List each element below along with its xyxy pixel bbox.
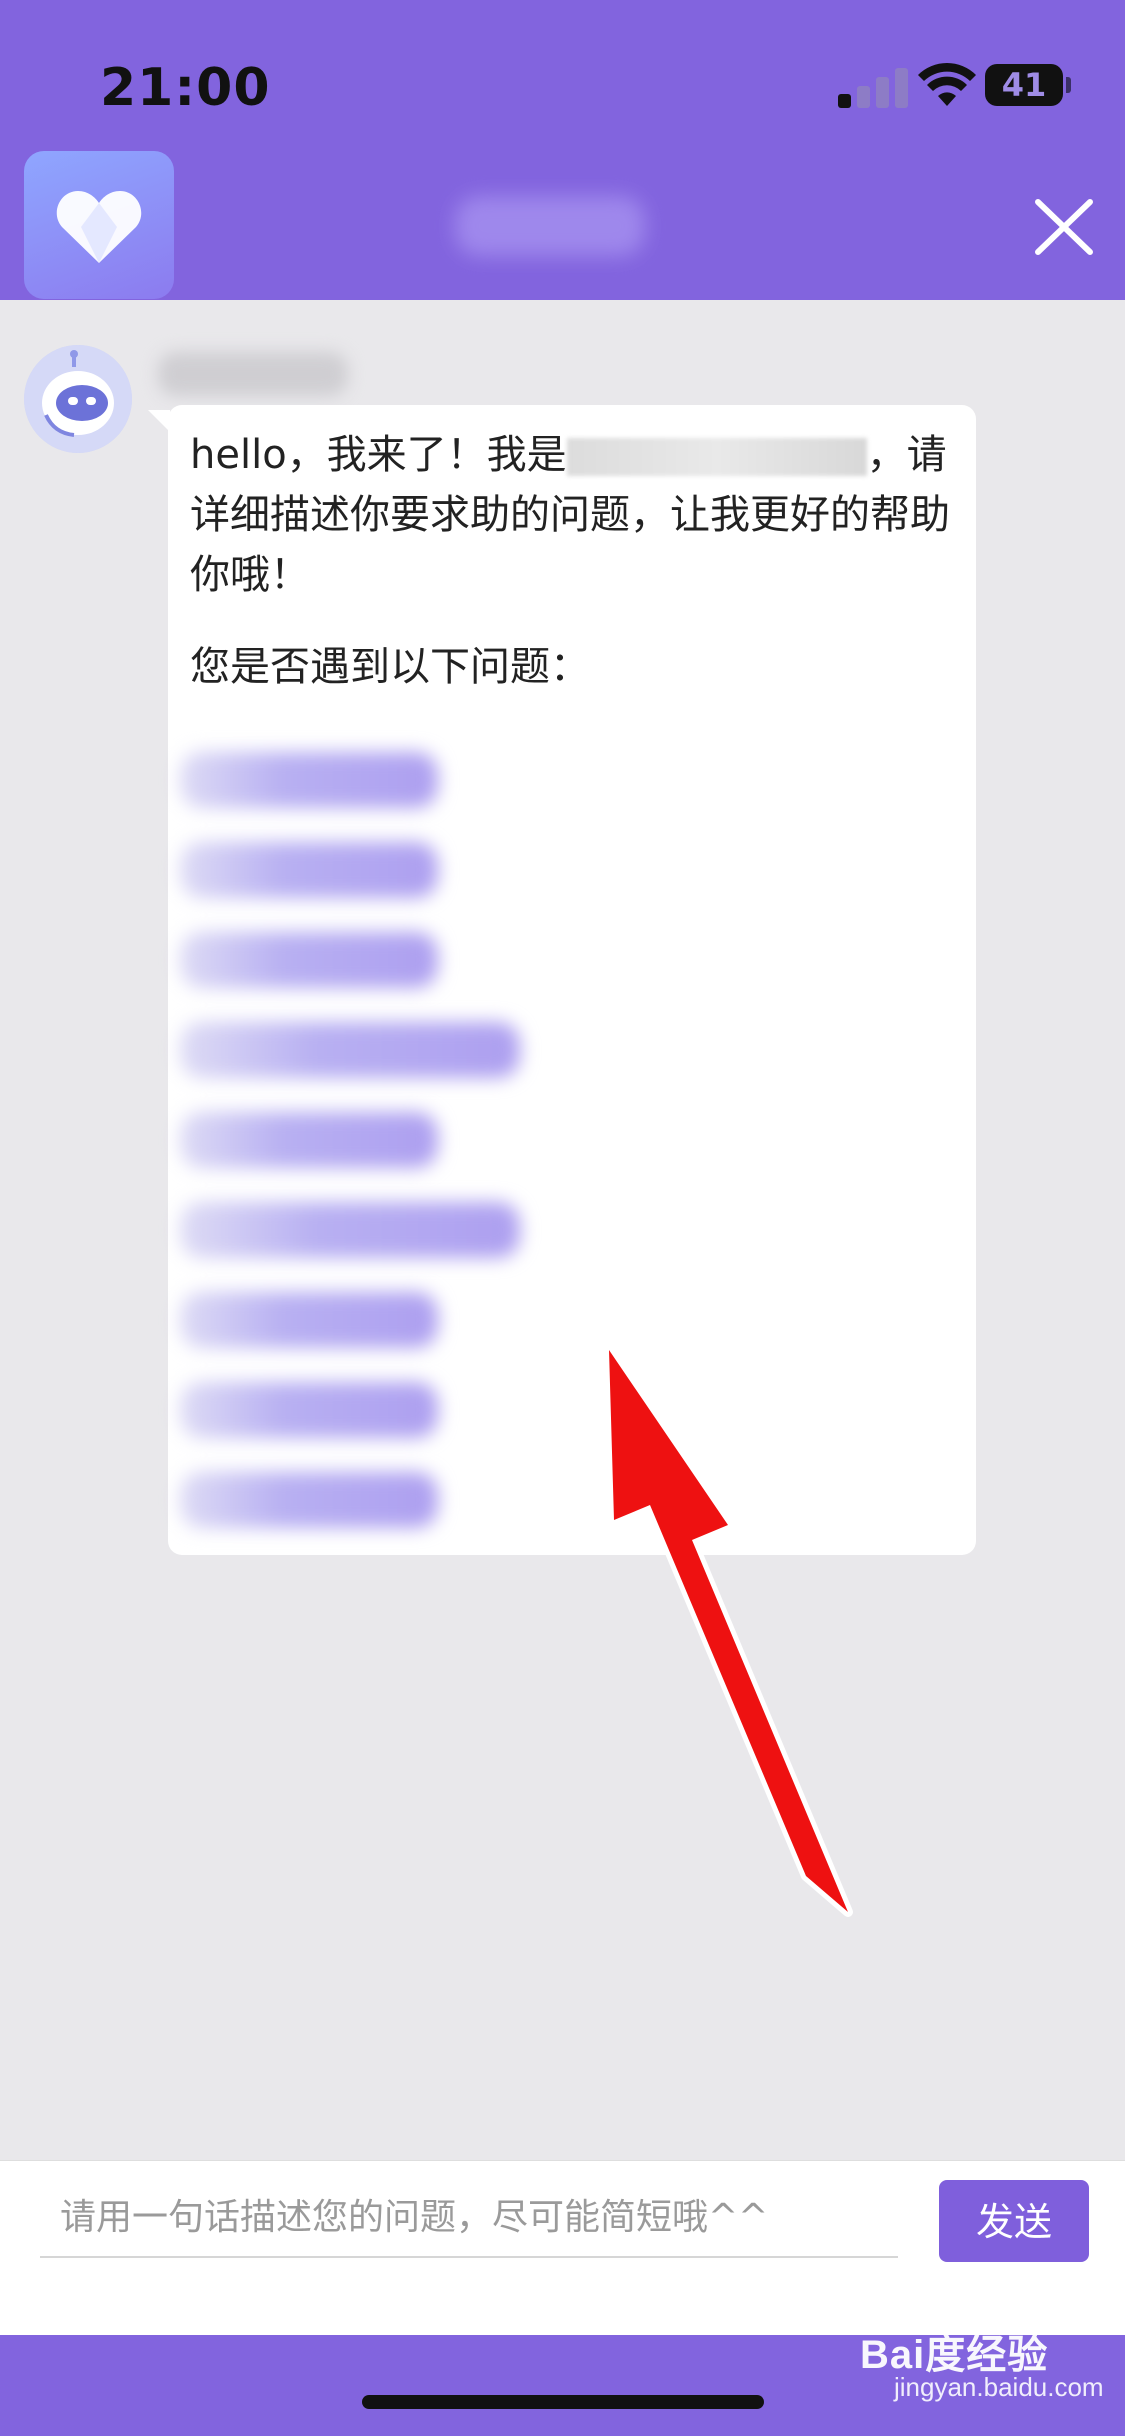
question-prompt: 您是否遇到以下问题： xyxy=(190,644,590,690)
page-title xyxy=(455,196,645,256)
sender-name xyxy=(158,352,348,396)
bubble-tail xyxy=(148,410,170,432)
suggestion-item[interactable] xyxy=(180,1202,520,1258)
wifi-icon xyxy=(918,62,976,106)
suggestion-item[interactable] xyxy=(180,1472,438,1528)
greeting-message: hello，我来了！我是 ，请详细描述你要求助的问题，让我更好的帮助你哦！ xyxy=(190,425,960,605)
heart-icon xyxy=(56,191,142,263)
watermark-url: jingyan.baidu.com xyxy=(894,2372,1104,2402)
robot-icon xyxy=(24,345,132,453)
suggestion-item[interactable] xyxy=(180,1292,438,1348)
home-indicator xyxy=(362,2395,764,2409)
app-logo xyxy=(24,151,174,299)
status-time: 21:00 xyxy=(100,58,271,118)
suggestion-item[interactable] xyxy=(180,1022,520,1078)
battery-indicator: 41 xyxy=(985,64,1071,106)
redacted-name xyxy=(566,438,867,476)
suggestion-item[interactable] xyxy=(180,932,438,988)
message-input[interactable] xyxy=(40,2178,898,2258)
suggestion-item[interactable] xyxy=(180,1112,438,1168)
signal-icon xyxy=(838,64,910,108)
send-button[interactable]: 发送 xyxy=(939,2180,1089,2262)
close-icon[interactable] xyxy=(1032,198,1096,256)
suggestion-item[interactable] xyxy=(180,842,438,898)
suggestion-item[interactable] xyxy=(180,752,438,808)
bot-avatar xyxy=(24,345,132,453)
greeting-prefix: hello，我来了！我是 xyxy=(190,432,567,478)
suggestion-item[interactable] xyxy=(180,1382,438,1438)
